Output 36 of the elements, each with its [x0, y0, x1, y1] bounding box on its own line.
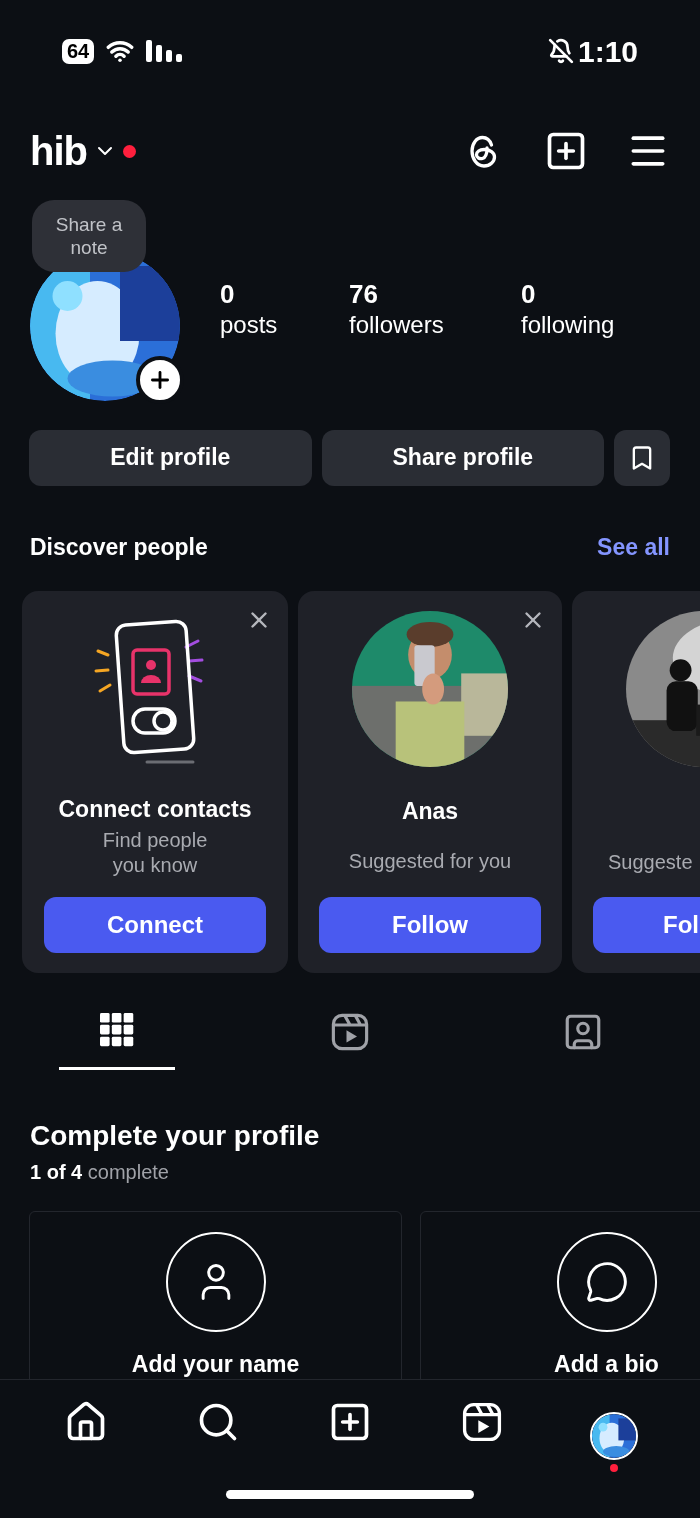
share-profile-button[interactable]: Share profile	[321, 429, 605, 486]
stat-value: 76	[349, 278, 379, 310]
card-title: Add a bio	[554, 1350, 659, 1378]
see-all-link[interactable]: See all	[597, 529, 670, 565]
stat-value: 0	[220, 278, 236, 310]
card-title: Anas	[401, 797, 459, 826]
card-subtitle: Suggested for you	[348, 848, 512, 874]
card-subtitle: Suggeste	[608, 850, 693, 875]
reels-icon	[460, 1400, 504, 1444]
signal-icon	[146, 40, 183, 62]
clock: 1:10	[577, 33, 638, 70]
save-button[interactable]	[614, 429, 670, 486]
stat-label[interactable]: posts	[220, 310, 349, 340]
note-bubble[interactable]: Share a note	[32, 200, 146, 272]
reels-icon	[329, 1011, 371, 1053]
profile-task-card[interactable]: Add your name	[29, 1211, 402, 1379]
edit-profile-button[interactable]: Edit profile	[29, 429, 312, 486]
speech-bubble-icon	[584, 1260, 629, 1304]
card-title: Add your name	[131, 1350, 300, 1378]
profile-task-card[interactable]: Add a bio	[420, 1211, 700, 1379]
follow-button[interactable]: Follow	[319, 897, 541, 953]
grid-icon	[99, 1011, 134, 1049]
stat-label[interactable]: following	[521, 310, 641, 340]
battery-indicator: 64	[62, 38, 95, 64]
stat-label[interactable]: followers	[349, 310, 521, 340]
section-title: Complete your profile	[30, 1119, 321, 1153]
profile-avatar	[592, 1414, 636, 1458]
username[interactable]: hib	[30, 121, 87, 181]
bell-off-icon	[547, 38, 574, 64]
card-subtitle: Find people you know	[101, 827, 209, 878]
stat-value: 0	[521, 278, 537, 310]
progress-text: 1 of 4 complete	[30, 1160, 170, 1185]
card-title: Connect contacts	[58, 795, 252, 824]
follow-button[interactable]: Fol	[593, 897, 700, 953]
section-title: Discover people	[30, 532, 208, 562]
connect-button[interactable]: Connect	[44, 897, 266, 953]
